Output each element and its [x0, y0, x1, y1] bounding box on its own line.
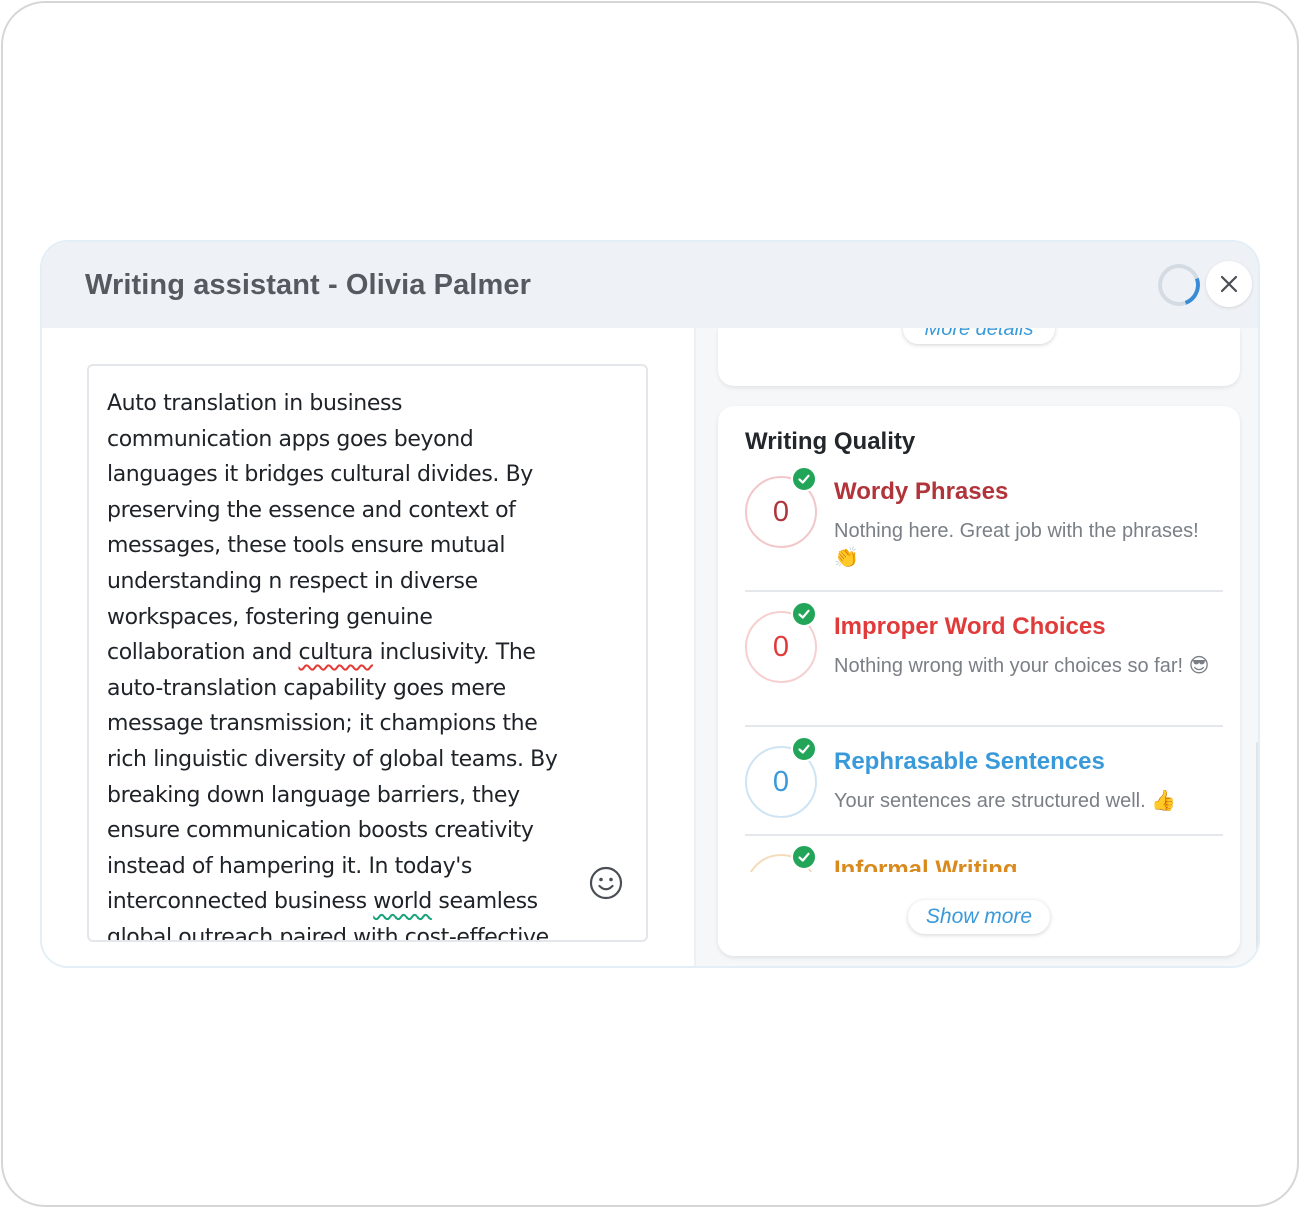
- metric-rephrasable-sentences[interactable]: 0 Rephrasable Sentences Your sentences a…: [745, 736, 1223, 836]
- close-button[interactable]: [1206, 261, 1252, 307]
- editor-line: interconnected business world seamless: [107, 884, 577, 920]
- insights-pane: More details Writing Quality 0 Wordy Phr…: [696, 328, 1258, 966]
- metric-description: Your sentences are structured well. 👍: [834, 790, 1177, 812]
- editor-text-segment: inclusivity. The: [372, 640, 536, 666]
- editor-text-segment: collaboration and: [107, 640, 299, 666]
- editor-line: collaboration and cultura inclusivity. T…: [107, 635, 577, 671]
- editor-line: instead of hampering it. In today's: [107, 853, 472, 879]
- editor-line: breaking down language barriers, they: [107, 782, 520, 808]
- editor-line: communication apps goes beyond: [107, 426, 474, 452]
- editor-line: messages, these tools ensure mutual: [107, 533, 506, 559]
- metric-title: Rephrasable Sentences: [834, 748, 1105, 775]
- smiley-icon: [589, 866, 623, 900]
- spelling-error-highlight[interactable]: cultura: [299, 640, 374, 665]
- editor-line: understanding n respect in diverse: [107, 568, 478, 594]
- count-value: 0: [772, 630, 790, 663]
- close-icon: [1220, 275, 1238, 293]
- editor-line: auto-translation capability goes mere: [107, 675, 506, 701]
- divider: [745, 834, 1223, 836]
- editor-line: rich linguistic diversity of global team…: [107, 746, 558, 772]
- editor-text-segment: seamless: [431, 889, 538, 915]
- modal-header: Writing assistant - Olivia Palmer: [42, 242, 1258, 328]
- editor-text-segment: interconnected business: [107, 889, 374, 915]
- writing-assistant-modal: Writing assistant - Olivia Palmer Auto t…: [40, 240, 1260, 968]
- show-more-button[interactable]: Show more: [908, 900, 1050, 934]
- metric-title: Improper Word Choices: [834, 613, 1106, 640]
- check-icon: [791, 736, 817, 762]
- metric-improper-word-choices[interactable]: 0 Improper Word Choices Nothing wrong wi…: [745, 601, 1223, 727]
- text-editor[interactable]: Auto translation in business communicati…: [87, 364, 648, 942]
- modal-title: Writing assistant - Olivia Palmer: [85, 268, 531, 301]
- grammar-suggestion-highlight[interactable]: world: [373, 889, 432, 914]
- check-icon: [791, 466, 817, 492]
- editor-pane: Auto translation in business communicati…: [42, 328, 694, 966]
- modal-body: Auto translation in business communicati…: [42, 328, 1258, 966]
- editor-line: ensure communication boosts creativity: [107, 818, 534, 844]
- summary-card: More details: [718, 328, 1240, 386]
- more-details-button[interactable]: More details: [903, 328, 1055, 344]
- editor-line: Auto translation in business: [107, 391, 403, 416]
- divider: [745, 590, 1223, 592]
- editor-line: global outreach paired with cost-effecti…: [107, 924, 549, 942]
- scrollbar[interactable]: [1256, 742, 1258, 952]
- editor-line: workspaces, fostering genuine: [107, 604, 433, 630]
- loading-spinner-icon: [1151, 257, 1207, 313]
- editor-line: preserving the essence and context of: [107, 497, 516, 523]
- check-icon: [791, 844, 817, 870]
- count-value: 0: [772, 765, 790, 798]
- check-icon: [791, 601, 817, 627]
- metric-description: Nothing wrong with your choices so far! …: [834, 655, 1210, 677]
- editor-line: message transmission; it champions the: [107, 711, 538, 737]
- metric-wordy-phrases[interactable]: 0 Wordy Phrases Nothing here. Great job …: [745, 466, 1223, 592]
- editor-text[interactable]: Auto translation in business communicati…: [107, 386, 577, 942]
- divider: [745, 725, 1223, 727]
- writing-quality-title: Writing Quality: [745, 428, 916, 455]
- editor-line: languages it bridges cultural divides. B…: [107, 462, 533, 488]
- count-value: 0: [772, 495, 790, 528]
- metric-title: Wordy Phrases: [834, 478, 1009, 505]
- emoji-picker-button[interactable]: [589, 866, 623, 900]
- writing-quality-card: Writing Quality 0 Wordy Phrases Nothing …: [718, 406, 1240, 956]
- metric-description: Nothing here. Great job with the phrases…: [834, 520, 1199, 569]
